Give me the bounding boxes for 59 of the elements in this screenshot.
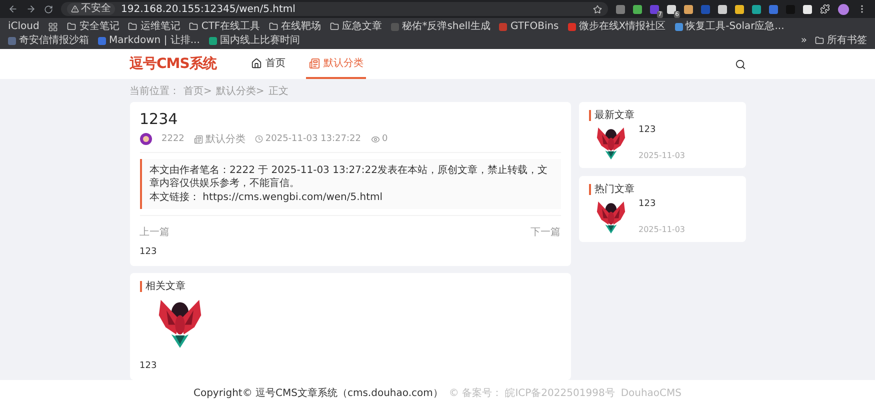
article-title: 1234 [140, 110, 179, 128]
article-link[interactable]: 123 [140, 360, 157, 371]
more-bookmarks[interactable]: » [800, 34, 807, 47]
bookmark-folder[interactable]: 在线靶场 [269, 20, 322, 33]
author-name: 2222 [162, 134, 184, 144]
extension-icon[interactable] [718, 4, 727, 14]
article-date: 2025-11-03 [638, 151, 685, 160]
extension-icon[interactable] [633, 4, 642, 14]
notice-text: 本文链接： https://cms.wengbi.com/wen/5.html [150, 191, 384, 204]
breadcrumb-label: 当前位置： [130, 84, 180, 98]
puzzle-icon[interactable] [820, 4, 830, 14]
folder-icon [815, 36, 824, 45]
bookmark[interactable]: 奇安信情报沙箱 [8, 34, 89, 47]
folder-icon [269, 22, 278, 31]
bookmark-folder[interactable]: 安全笔记 [67, 20, 120, 33]
notice-text: 本文由作者笔名：2222 于 2025-11-03 13:27:22发表在本站，原创文章，禁止转载，文章内容仅供娱乐参考，不能盲信。 [150, 164, 549, 190]
security-chip[interactable]: 不安全 [67, 3, 115, 15]
article-link[interactable]: 123 [638, 125, 685, 136]
publish-date: 2025-11-03 13:27:22 [255, 134, 361, 144]
folder-icon [128, 22, 138, 31]
bookmark[interactable]: 微步在线X情报社区 [568, 20, 666, 33]
profile-avatar[interactable] [838, 4, 849, 14]
address-bar[interactable]: 不安全 192.168.20.155:12345/wen/5.html [61, 2, 608, 16]
bookmark-folder[interactable]: CTF在线工具 [189, 20, 260, 33]
site-logo[interactable]: 逗号CMS系统 [130, 55, 216, 73]
extension-icon[interactable] [803, 4, 812, 14]
section-heading: 最新文章 [588, 110, 736, 121]
warning-icon [71, 5, 79, 13]
home-icon [251, 58, 262, 68]
bookmark[interactable]: 国内线上比赛时间 [208, 34, 300, 47]
section-heading: 热门文章 [588, 184, 736, 196]
bookmark[interactable]: GTFOBins [499, 20, 559, 33]
apps-icon[interactable] [48, 22, 58, 32]
folder-icon [330, 22, 340, 31]
previous-article-link[interactable]: 123 [140, 247, 157, 257]
bookmark[interactable]: Markdown | 让排... [98, 34, 200, 47]
star-icon[interactable] [593, 4, 602, 14]
nav-link[interactable]: 首页 [248, 49, 288, 79]
article-link[interactable]: 123 [638, 199, 685, 210]
bookmark[interactable]: 秘佑*反弹shell生成 [391, 20, 490, 33]
newspaper-icon [194, 134, 204, 144]
copyright-text: Copyright© 逗号CMS文章系统（cms.douhao.com） [193, 386, 443, 400]
author-avatar [140, 133, 152, 145]
view-count: 0 [371, 134, 388, 144]
extension-icon[interactable] [735, 4, 744, 14]
bookmark-folder[interactable]: 应急文章 [330, 20, 382, 33]
bookmark[interactable]: 恢复工具-Solar应急... [674, 20, 784, 33]
bookmark[interactable]: iCloud [8, 20, 40, 33]
bookmark-folder[interactable]: 所有书签 [815, 34, 867, 47]
newspaper-icon [309, 58, 320, 68]
folder-icon [67, 22, 76, 31]
bookmark-folder[interactable]: 运维笔记 [128, 20, 180, 33]
folder-icon [189, 22, 198, 31]
article-date: 2025-11-03 [638, 225, 685, 234]
extension-icon[interactable] [684, 4, 693, 14]
url-text: 192.168.20.155:12345/wen/5.html [121, 4, 296, 14]
section-heading: 相关文章 [140, 281, 560, 292]
clock-icon [255, 135, 264, 143]
eye-icon [371, 134, 380, 144]
